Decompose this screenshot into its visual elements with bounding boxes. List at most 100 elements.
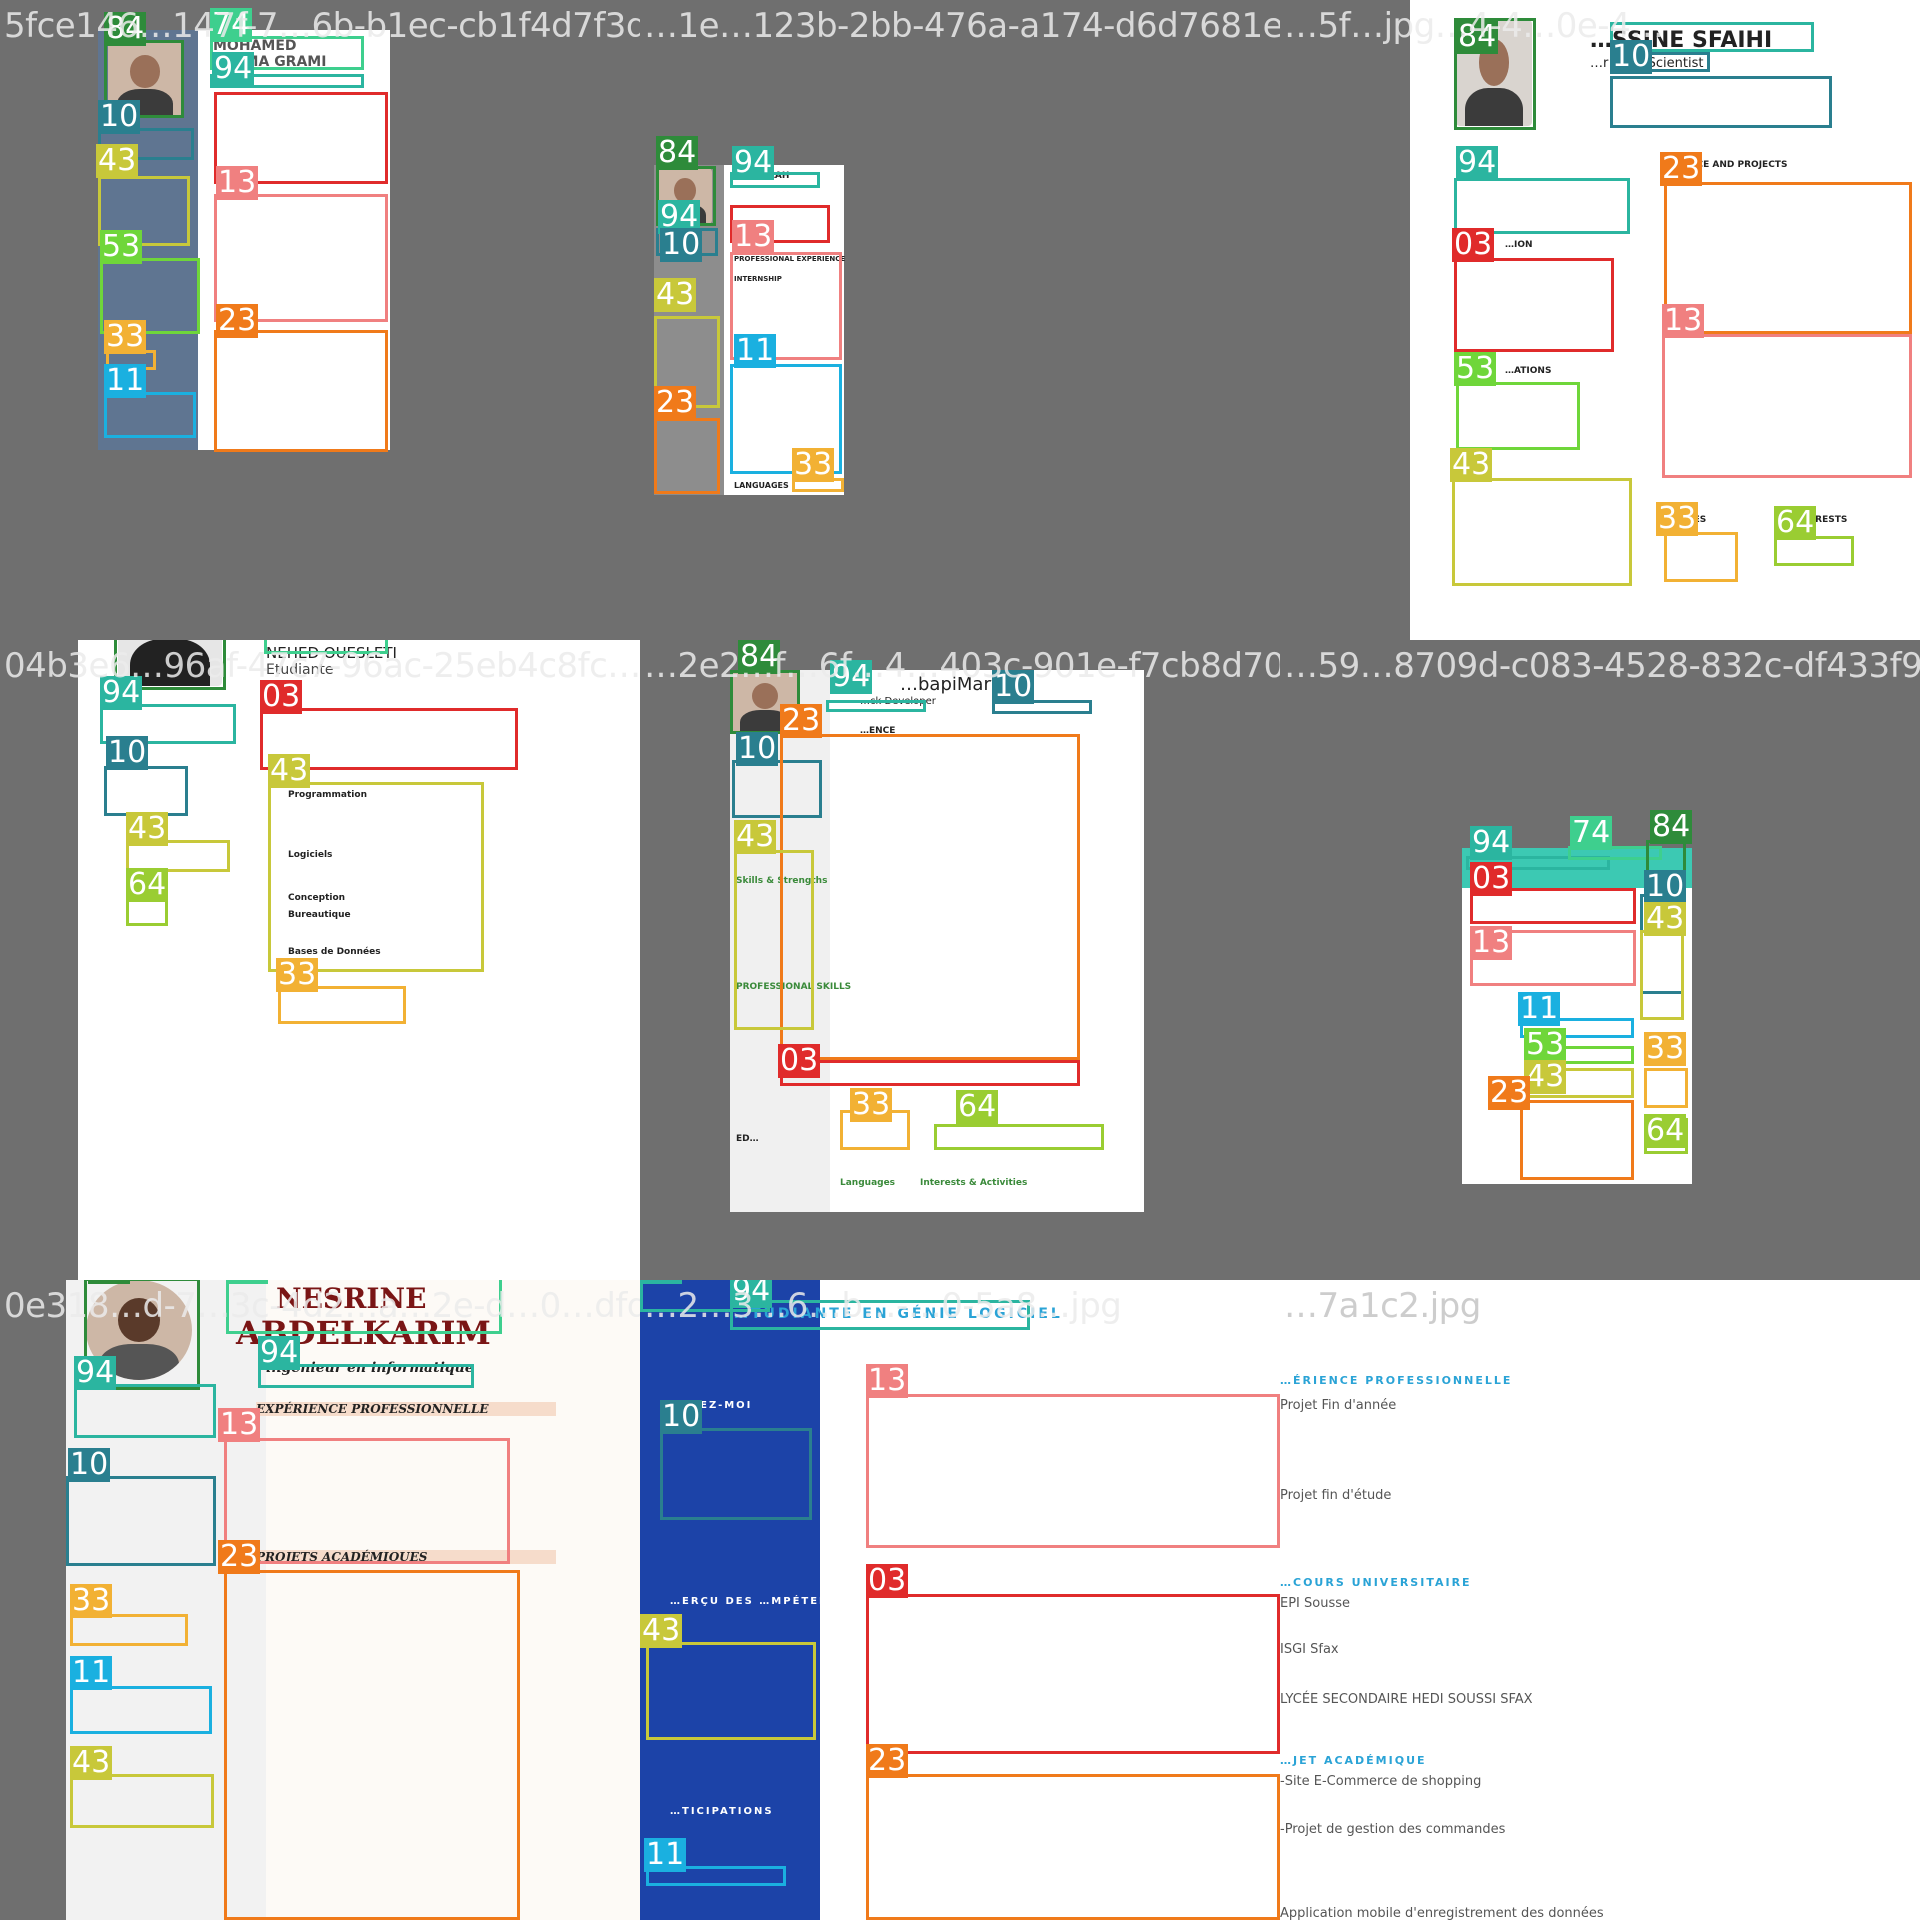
bbox-10b [1610, 76, 1832, 128]
bbox-43 [1640, 930, 1684, 1020]
section-experience: …ÉRIENCE PROFESSIONNELLE [1280, 1374, 1513, 1387]
tag-43: 43 [268, 753, 311, 788]
section-education: ED… [736, 1134, 759, 1144]
tag-64: 64 [956, 1089, 999, 1124]
tag-94b: 94 [74, 1355, 117, 1390]
tag-64: 64 [126, 867, 169, 902]
bbox-23 [866, 1774, 1280, 1920]
bbox-43 [268, 782, 484, 972]
tile-8-content: 13 03 23 [860, 1280, 1280, 1920]
tag-13: 13 [732, 219, 775, 254]
tag-33: 33 [276, 957, 319, 992]
tag-23: 23 [866, 1743, 909, 1778]
tag-11: 11 [70, 1655, 113, 1690]
bbox-94 [826, 700, 926, 712]
tag-43b: 43 [1524, 1059, 1567, 1094]
bbox-64 [934, 1124, 1104, 1150]
tag-53: 53 [1524, 1027, 1567, 1062]
tile-filename: …1e…123b-2bb-476a-a174-d6d7681e…5f6.jpg [644, 6, 1280, 46]
tag-13: 13 [218, 1407, 261, 1442]
bbox-10 [66, 1476, 216, 1566]
tag-43: 43 [1644, 901, 1687, 936]
tag-43b: 43 [126, 811, 169, 846]
tag-13: 13 [866, 1363, 909, 1398]
tag-13: 13 [1470, 925, 1513, 960]
tag-23: 23 [218, 1539, 261, 1574]
tag-33: 33 [1644, 1031, 1687, 1066]
bbox-43 [1452, 478, 1632, 586]
tag-03: 03 [1452, 227, 1495, 262]
bbox-10 [104, 766, 188, 816]
tag-43: 43 [640, 1613, 683, 1648]
bbox-13 [224, 1438, 510, 1564]
bbox-23 [780, 734, 1080, 1060]
section-education: …ION [1505, 240, 1533, 250]
tag-03: 03 [1470, 861, 1513, 896]
tag-11: 11 [644, 1837, 687, 1872]
section-languages: Languages [840, 1178, 896, 1188]
bbox-33 [1664, 532, 1738, 582]
tag-94: 94 [1456, 145, 1499, 180]
bbox-11 [70, 1686, 212, 1734]
tag-94: 94 [1470, 825, 1513, 860]
tile-9: …7a1c2.jpg …ÉRIENCE PROFESSIONNELLE Proj… [1280, 1280, 1920, 1920]
tag-13: 13 [1662, 303, 1705, 338]
bbox-03 [780, 1060, 1080, 1086]
proj-1: -Site E-Commerce de shopping [1280, 1774, 1482, 1789]
tag-11: 11 [104, 363, 147, 398]
bbox-23 [214, 330, 388, 452]
section-experience: EXPÉRIENCE PROFESSIONNELLE [256, 1402, 556, 1416]
tag-23: 23 [654, 385, 697, 420]
tag-84: 84 [640, 1280, 683, 1284]
section-projects: …JET ACADÉMIQUE [1280, 1754, 1427, 1767]
tag-84: 84 [656, 135, 699, 170]
tag-53: 53 [1454, 351, 1497, 386]
tile-2: …1e…123b-2bb-476a-a174-d6d7681e…5f6.jpg … [640, 0, 1280, 640]
bbox-64 [1774, 536, 1854, 566]
tag-43: 43 [96, 143, 139, 178]
tag-43: 43 [70, 1745, 113, 1780]
tag-23: 23 [1488, 1075, 1531, 1110]
bbox-33 [70, 1614, 188, 1646]
tile-filename: …59…8709d-c083-4528-832c-df433f9f6… [1284, 646, 1920, 686]
tag-33: 33 [792, 447, 835, 482]
proj-3: Application mobile d'enregistrement des … [1280, 1906, 1604, 1920]
school-3: LYCÉE SECONDAIRE HEDI SOUSSI SFAX [1280, 1692, 1533, 1707]
bbox-23 [654, 418, 720, 494]
tile-3: …5f…jpg…4-4…0e-4… …SSINE SFAIHI …r Data … [1280, 0, 1920, 640]
tag-64: 64 [1774, 505, 1817, 540]
tile-filename: 0e318…d-7…3c-4d2…a…2e-d…0…dfda… [4, 1286, 640, 1326]
tag-84: 84 [1650, 809, 1693, 844]
bbox-10 [660, 1428, 812, 1520]
tile-4: 04b3e6…96af-47c7-96ac-25eb4c8fc… NEHED O… [0, 640, 640, 1280]
tag-10: 10 [660, 227, 703, 262]
tag-43: 43 [1450, 447, 1493, 482]
section-languages: LANGUAGES [734, 481, 789, 490]
bbox-23 [1520, 1100, 1634, 1180]
tag-10: 10 [1644, 869, 1687, 904]
project-2: Projet fin d'étude [1280, 1488, 1392, 1503]
tag-94: 94 [212, 51, 255, 86]
tag-10: 10 [106, 735, 149, 770]
tag-43: 43 [654, 277, 697, 312]
bbox-94b [74, 1384, 216, 1438]
tile-7: 0e318…d-7…3c-4d2…a…2e-d…0…dfda… NESRINE … [0, 1280, 640, 1920]
bbox-13 [866, 1394, 1280, 1548]
tile-5: …2e2…f…6f…4…403c-901e-f7cb8d70e35…jpg …b… [640, 640, 1280, 1280]
tag-03: 03 [866, 1563, 909, 1598]
tag-03: 03 [778, 1043, 821, 1078]
tag-13: 13 [216, 165, 259, 200]
tag-10b: 10 [736, 731, 779, 766]
tag-10: 10 [98, 99, 141, 134]
tile-1: 5fce146…147f-7…6b-b1ec-cb1f4d7f3d…e.jpg … [0, 0, 640, 640]
bbox-13 [1662, 334, 1912, 478]
tile-filename: …5f…jpg…4-4…0e-4… [1284, 6, 1664, 46]
section-skills: …ERÇU DES …MPÉTENCES [670, 1596, 857, 1607]
bbox-11 [104, 392, 196, 438]
tag-23: 23 [216, 303, 259, 338]
bbox-94b [1454, 178, 1630, 234]
tag-10: 10 [660, 1399, 703, 1434]
tag-33: 33 [70, 1583, 113, 1618]
tile-filename: 04b3e6…96af-47c7-96ac-25eb4c8fc… [4, 646, 640, 686]
bbox-33 [1644, 1068, 1688, 1108]
